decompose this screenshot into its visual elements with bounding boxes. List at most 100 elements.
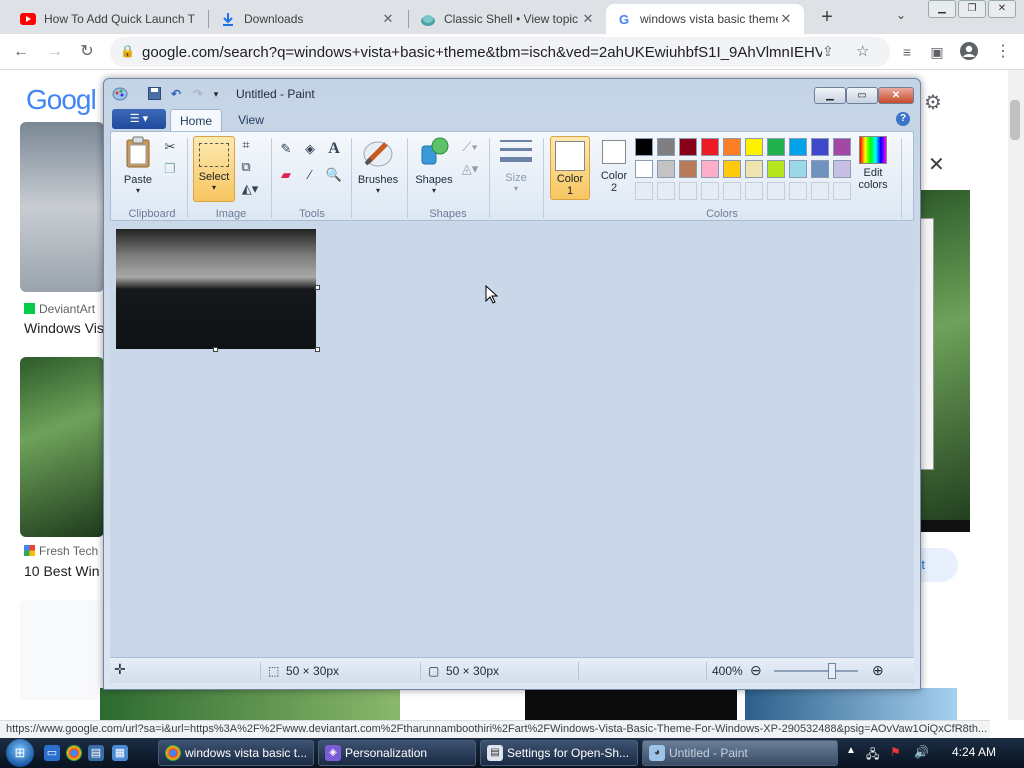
chrome-quicklaunch-icon[interactable] xyxy=(66,745,82,761)
color2-button[interactable]: Color 2 xyxy=(595,136,633,202)
paint-image[interactable] xyxy=(116,229,316,349)
result-image-2[interactable] xyxy=(20,357,104,537)
network-icon[interactable]: 🖧 xyxy=(866,745,879,766)
share-icon[interactable]: ⇪ xyxy=(822,43,834,60)
palette-swatch[interactable] xyxy=(679,160,697,178)
close-button[interactable]: ✕ xyxy=(988,0,1016,18)
zoom-slider[interactable] xyxy=(774,670,858,672)
side-panel-icon[interactable]: ▣ xyxy=(926,41,948,63)
paint-title-bar[interactable]: ↶ ↷ ▾ Untitled - Paint ▁ ▭ ✕ xyxy=(104,79,920,107)
palette-swatch[interactable] xyxy=(657,138,675,156)
magnifier-icon[interactable]: 🔍 xyxy=(325,166,343,184)
close-tab-icon[interactable]: ✕ xyxy=(778,11,794,27)
new-tab-button[interactable]: + xyxy=(816,6,838,28)
palette-swatch[interactable] xyxy=(811,182,829,200)
result-image-3[interactable] xyxy=(20,600,104,700)
taskbar-item-paint[interactable]: ◕ Untitled - Paint xyxy=(642,740,838,766)
result-image-1[interactable] xyxy=(20,122,104,292)
crop-icon[interactable]: ⌗ xyxy=(237,136,255,154)
tab-view[interactable]: View xyxy=(228,109,274,131)
result-title-2[interactable]: 10 Best Win xyxy=(24,563,99,579)
outline-icon[interactable]: ⟋▾ xyxy=(457,138,483,156)
tab-classic-shell[interactable]: Classic Shell • View topic - ✕ xyxy=(410,4,606,34)
paste-button[interactable]: Paste ▾ xyxy=(117,136,159,202)
palette-swatch[interactable] xyxy=(789,182,807,200)
system-clock[interactable]: 4:24 AM xyxy=(952,745,996,759)
address-bar[interactable]: 🔒 google.com/search?q=windows+vista+basi… xyxy=(110,37,890,67)
paint-app-icon[interactable] xyxy=(112,87,128,101)
color-picker-icon[interactable]: ⁄ xyxy=(301,166,319,184)
tab-youtube[interactable]: How To Add Quick Launch T xyxy=(10,4,206,34)
reading-list-icon[interactable]: ≡ xyxy=(896,41,918,63)
edit-colors-button[interactable]: Edit colors xyxy=(851,136,895,202)
eraser-icon[interactable]: ▰ xyxy=(277,166,295,184)
palette-swatch[interactable] xyxy=(723,182,741,200)
paint-canvas-area[interactable] xyxy=(110,223,914,657)
palette-swatch[interactable] xyxy=(833,182,851,200)
resize-handle-corner[interactable] xyxy=(315,347,320,352)
color1-button[interactable]: Color 1 xyxy=(550,136,590,200)
page-scrollbar[interactable] xyxy=(1008,70,1024,720)
palette-swatch[interactable] xyxy=(657,182,675,200)
palette-swatch[interactable] xyxy=(767,138,785,156)
show-desktop-icon[interactable]: ▭ xyxy=(44,745,60,761)
rotate-icon[interactable]: ◭▾ xyxy=(237,180,263,198)
result-title-1[interactable]: Windows Vis xyxy=(24,320,104,336)
close-tab-icon[interactable]: ✕ xyxy=(580,11,596,27)
url-text[interactable]: google.com/search?q=windows+vista+basic+… xyxy=(142,44,822,61)
tab-home[interactable]: Home xyxy=(170,109,222,131)
brushes-button[interactable]: Brushes ▾ xyxy=(355,136,401,202)
volume-icon[interactable]: 🔊 xyxy=(914,745,929,759)
result-source-2[interactable]: Fresh Tech xyxy=(24,544,98,558)
palette-swatch[interactable] xyxy=(811,138,829,156)
palette-swatch[interactable] xyxy=(635,138,653,156)
copy-icon[interactable]: ❐ xyxy=(161,160,179,178)
palette-swatch[interactable] xyxy=(789,160,807,178)
shapes-button[interactable]: Shapes ▾ xyxy=(413,136,455,202)
window-switcher-icon[interactable]: ▦ xyxy=(112,745,128,761)
resize-handle-right[interactable] xyxy=(315,285,320,290)
start-button[interactable]: ⊞ xyxy=(6,739,34,767)
forward-icon[interactable]: → xyxy=(44,41,66,63)
taskbar-item-personalization[interactable]: ◈ Personalization xyxy=(318,740,476,766)
select-button[interactable]: Select ▾ xyxy=(193,136,235,202)
help-icon[interactable]: ? xyxy=(896,112,910,126)
result-image-6[interactable] xyxy=(745,688,957,720)
palette-swatch[interactable] xyxy=(679,182,697,200)
back-icon[interactable]: ← xyxy=(10,41,32,63)
pencil-icon[interactable]: ✎ xyxy=(277,140,295,158)
palette-swatch[interactable] xyxy=(635,182,653,200)
palette-swatch[interactable] xyxy=(767,182,785,200)
tray-expand-icon[interactable]: ▲ xyxy=(846,745,856,756)
minimize-button[interactable]: ▁ xyxy=(928,0,956,18)
resize-handle-bottom[interactable] xyxy=(213,347,218,352)
taskbar-item-chrome[interactable]: windows vista basic t... xyxy=(158,740,314,766)
page-scrollbar-thumb[interactable] xyxy=(1010,100,1020,140)
close-preview-icon[interactable]: ✕ xyxy=(928,152,945,177)
palette-swatch[interactable] xyxy=(723,138,741,156)
profile-avatar-icon[interactable] xyxy=(958,41,980,63)
reload-icon[interactable]: ↻ xyxy=(76,41,98,63)
shape-fill-icon[interactable]: ◬▾ xyxy=(457,160,483,178)
cut-icon[interactable]: ✂ xyxy=(161,138,179,156)
action-center-icon[interactable]: ⚑ xyxy=(890,745,901,759)
size-button[interactable]: Size ▾ xyxy=(495,136,537,202)
palette-swatch[interactable] xyxy=(679,138,697,156)
redo-icon[interactable]: ↷ xyxy=(190,87,206,101)
taskbar-item-open-shell-settings[interactable]: ▤ Settings for Open-Sh... xyxy=(480,740,638,766)
resize-icon[interactable]: ⧉ xyxy=(237,158,255,176)
paint-menu-button[interactable]: ☰ ▾ xyxy=(112,109,166,129)
palette-swatch[interactable] xyxy=(833,160,851,178)
maximize-button[interactable]: ❐ xyxy=(958,0,986,18)
save-icon[interactable] xyxy=(146,87,162,101)
palette-swatch[interactable] xyxy=(745,160,763,178)
palette-swatch[interactable] xyxy=(789,138,807,156)
tab-downloads[interactable]: Downloads ✕ xyxy=(210,4,406,34)
result-image-4[interactable] xyxy=(100,688,400,720)
bookmark-star-icon[interactable]: ☆ xyxy=(856,42,869,60)
paint-minimize-button[interactable]: ▁ xyxy=(814,87,846,104)
palette-swatch[interactable] xyxy=(833,138,851,156)
undo-icon[interactable]: ↶ xyxy=(168,87,184,101)
explorer-quicklaunch-icon[interactable]: ▤ xyxy=(88,745,104,761)
result-source-1[interactable]: DeviantArt xyxy=(24,302,95,316)
